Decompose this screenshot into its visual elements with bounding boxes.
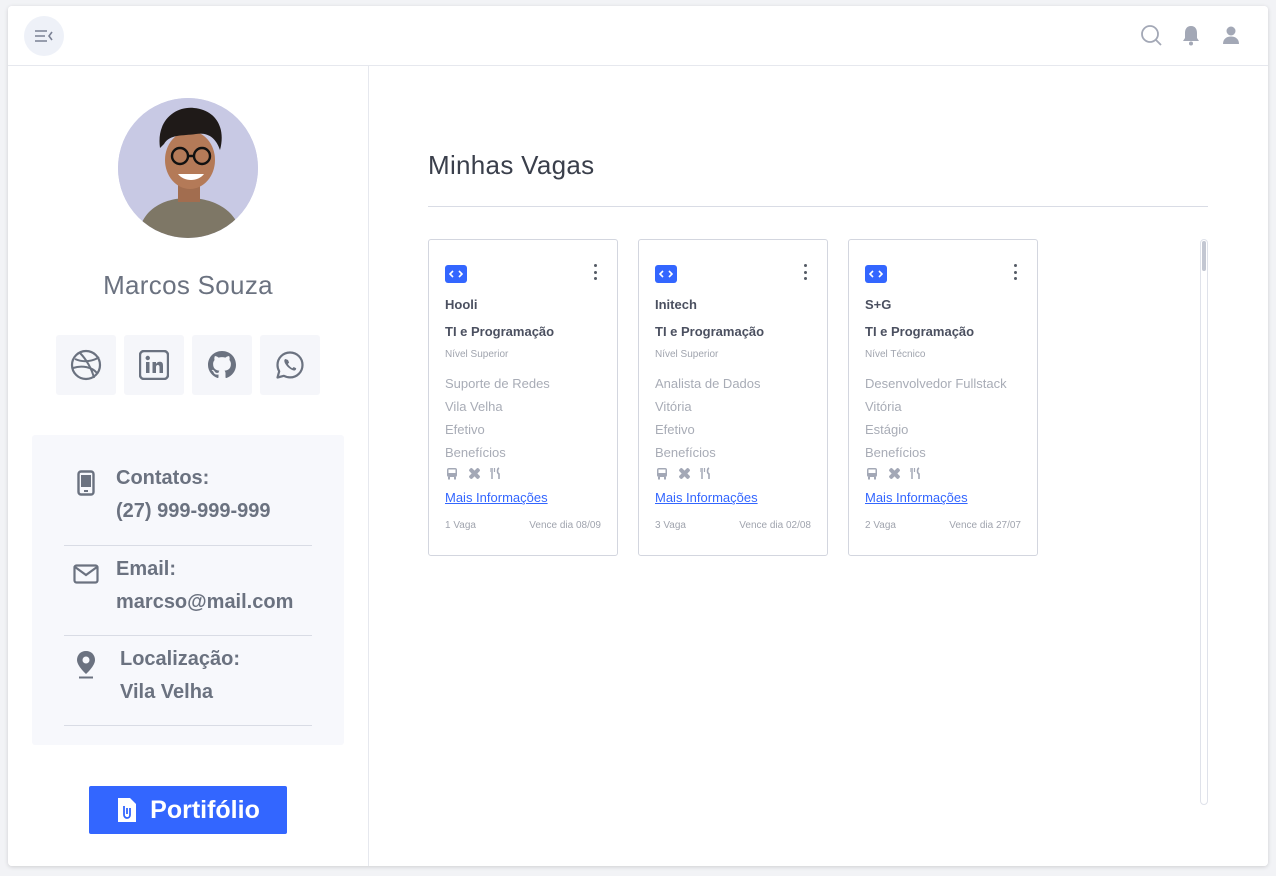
page-title: Minhas Vagas — [428, 150, 595, 180]
more-info-link[interactable]: Mais Informações — [445, 490, 548, 505]
meal-icon — [699, 466, 713, 480]
job-openings: 2 Vaga — [865, 520, 896, 531]
main-content: Minhas Vagas Hooli TI e Programação Níve… — [369, 66, 1268, 866]
more-options-icon[interactable] — [799, 264, 811, 280]
top-bar — [8, 6, 1268, 66]
job-city: Vitória — [865, 399, 902, 414]
contact-location-value: Vila Velha — [120, 681, 214, 703]
meal-icon — [909, 466, 923, 480]
bus-icon — [865, 466, 879, 480]
more-info-link[interactable]: Mais Informações — [865, 490, 968, 505]
code-icon — [445, 265, 467, 283]
portfolio-button[interactable]: Portifólio — [89, 786, 287, 834]
job-role: Suporte de Redes — [445, 376, 550, 391]
dribbble-icon — [70, 349, 102, 381]
scrollbar[interactable] — [1200, 239, 1208, 805]
job-benefits-label: Benefícios — [445, 445, 506, 460]
search-icon — [1141, 25, 1162, 46]
job-benefits — [865, 466, 923, 480]
portfolio-button-label: Portifólio — [150, 795, 260, 824]
contact-email-row: Email: marcso@mail.com — [64, 554, 312, 636]
contact-info-panel: Contatos: (27) 999-999-999 Email: marcso… — [32, 435, 344, 745]
job-level: Nível Superior — [655, 349, 719, 360]
code-icon — [655, 265, 677, 283]
app-window: Marcos Souza Contatos: (27) 999-999-999 … — [8, 6, 1268, 866]
job-area: TI e Programação — [445, 324, 555, 339]
health-icon — [677, 466, 691, 480]
search-button[interactable] — [1140, 24, 1162, 46]
job-card: Initech TI e Programação Nível Superior … — [638, 239, 828, 556]
job-openings: 3 Vaga — [655, 520, 686, 531]
dribbble-link[interactable] — [56, 335, 116, 395]
contact-location-row: Localização: Vila Velha — [64, 644, 312, 726]
scrollbar-thumb[interactable] — [1202, 241, 1206, 271]
job-contract: Efetivo — [655, 422, 695, 437]
menu-toggle-button[interactable] — [24, 16, 64, 56]
user-icon — [1223, 26, 1239, 44]
bus-icon — [655, 466, 669, 480]
bus-icon — [445, 466, 459, 480]
job-due-date: Vence dia 08/09 — [529, 520, 601, 531]
more-options-icon[interactable] — [589, 264, 601, 280]
health-icon — [887, 466, 901, 480]
job-city: Vitória — [655, 399, 692, 414]
github-icon — [208, 351, 236, 379]
linkedin-link[interactable] — [124, 335, 184, 395]
job-area: TI e Programação — [865, 324, 975, 339]
profile-name: Marcos Souza — [103, 270, 273, 300]
contact-phone-row: Contatos: (27) 999-999-999 — [64, 463, 312, 546]
notifications-button[interactable] — [1180, 24, 1202, 46]
job-card: Hooli TI e Programação Nível Superior Su… — [428, 239, 618, 556]
job-company: S+G — [865, 297, 892, 312]
job-level: Nível Técnico — [865, 349, 926, 360]
contact-email-label: Email: — [116, 558, 177, 580]
job-city: Vila Velha — [445, 399, 503, 414]
profile-sidebar: Marcos Souza Contatos: (27) 999-999-999 … — [8, 66, 369, 866]
whatsapp-icon — [276, 351, 304, 379]
more-options-icon[interactable] — [1009, 264, 1021, 280]
job-benefits — [655, 466, 713, 480]
contact-email-value: marcso@mail.com — [116, 591, 294, 613]
job-due-date: Vence dia 27/07 — [949, 520, 1021, 531]
linkedin-icon — [139, 350, 169, 380]
job-benefits — [445, 466, 503, 480]
job-benefits-label: Benefícios — [865, 445, 926, 460]
github-link[interactable] — [192, 335, 252, 395]
account-button[interactable] — [1220, 24, 1242, 46]
health-icon — [467, 466, 481, 480]
job-contract: Estágio — [865, 422, 909, 437]
job-company: Hooli — [445, 297, 478, 312]
phone-icon — [77, 470, 95, 496]
job-card: S+G TI e Programação Nível Técnico Desen… — [848, 239, 1038, 556]
social-links — [56, 335, 320, 395]
menu-collapse-icon — [35, 30, 53, 42]
job-role: Analista de Dados — [655, 376, 761, 391]
job-area: TI e Programação — [655, 324, 765, 339]
bell-icon — [1183, 26, 1199, 46]
contact-phone-label: Contatos: — [116, 467, 210, 489]
more-info-link[interactable]: Mais Informações — [655, 490, 758, 505]
code-icon — [865, 265, 887, 283]
job-openings: 1 Vaga — [445, 520, 476, 531]
whatsapp-link[interactable] — [260, 335, 320, 395]
mail-icon — [73, 564, 99, 584]
document-attachment-icon — [118, 798, 137, 822]
meal-icon — [489, 466, 503, 480]
job-company: Initech — [655, 297, 697, 312]
job-role: Desenvolvedor Fullstack — [865, 376, 1007, 391]
contact-phone-value: (27) 999-999-999 — [116, 500, 271, 522]
job-due-date: Vence dia 02/08 — [739, 520, 811, 531]
avatar — [118, 98, 258, 238]
job-benefits-label: Benefícios — [655, 445, 716, 460]
location-pin-icon — [77, 651, 95, 679]
contact-location-label: Localização: — [120, 648, 241, 670]
job-contract: Efetivo — [445, 422, 485, 437]
job-level: Nível Superior — [445, 349, 509, 360]
title-divider — [428, 206, 1208, 207]
